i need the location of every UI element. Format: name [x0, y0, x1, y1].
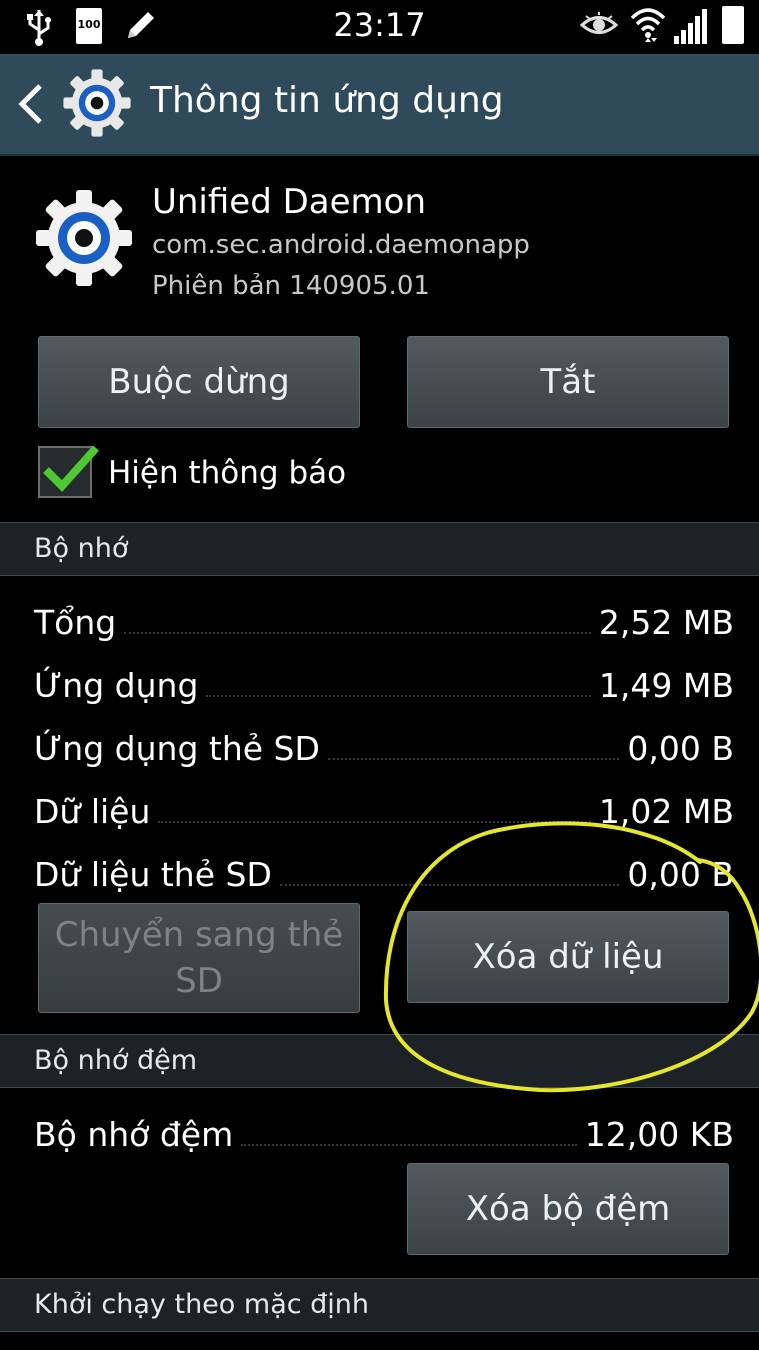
cache-row-label: Bộ nhớ đệm [34, 1115, 234, 1154]
storage-row-value: 1,49 MB [598, 666, 734, 705]
force-stop-button[interactable]: Buộc dừng [38, 336, 360, 428]
storage-row-app-sd: Ứng dụng thẻ SD 0,00 B [34, 718, 734, 768]
checkmark-icon [43, 445, 99, 492]
cache-header-label: Bộ nhớ đệm [34, 1045, 198, 1076]
move-to-sd-button[interactable]: Chuyển sang thẻ SD [38, 903, 360, 1013]
storage-row-data: Dữ liệu 1,02 MB [34, 781, 734, 831]
show-notifications-checkbox[interactable] [38, 445, 99, 498]
battery-full-icon [722, 6, 744, 44]
storage-row-value: 0,00 B [627, 855, 734, 894]
app-gear-icon [36, 190, 132, 286]
storage-row-value: 0,00 B [627, 729, 734, 768]
storage-row-label: Tổng [34, 603, 117, 642]
signal-icon [674, 9, 707, 44]
storage-row-label: Dữ liệu thẻ SD [34, 855, 272, 894]
storage-row-value: 1,02 MB [598, 792, 734, 831]
storage-row-label: Ứng dụng [34, 666, 199, 705]
app-version: Phiên bản 140905.01 [152, 271, 430, 301]
eye-icon [580, 12, 618, 34]
storage-row-total: Tổng 2,52 MB [34, 592, 734, 642]
clear-cache-button[interactable]: Xóa bộ đệm [407, 1163, 729, 1255]
storage-row-value: 2,52 MB [598, 603, 734, 642]
storage-row-app: Ứng dụng 1,49 MB [34, 655, 734, 705]
back-arrow-icon[interactable] [14, 82, 48, 126]
wifi-icon [630, 8, 666, 42]
action-bar: Thông tin ứng dụng [0, 54, 759, 156]
cache-section-header: Bộ nhớ đệm [0, 1034, 759, 1088]
show-notifications-label: Hiện thông báo [108, 455, 347, 491]
disable-button[interactable]: Tắt [407, 336, 729, 428]
storage-row-label: Dữ liệu [34, 792, 151, 831]
cache-row-value: 12,00 KB [584, 1115, 734, 1154]
launch-default-section-header: Khởi chạy theo mặc định [0, 1278, 759, 1332]
storage-row-data-sd: Dữ liệu thẻ SD 0,00 B [34, 844, 734, 894]
app-package: com.sec.android.daemonapp [152, 230, 530, 260]
page-title: Thông tin ứng dụng [150, 80, 504, 121]
storage-header-label: Bộ nhớ [34, 533, 129, 564]
clear-data-button[interactable]: Xóa dữ liệu [407, 911, 729, 1003]
app-name: Unified Daemon [152, 182, 427, 222]
storage-row-label: Ứng dụng thẻ SD [34, 729, 320, 768]
status-bar: 100 23:17 [0, 0, 759, 54]
settings-gear-icon [63, 69, 131, 137]
launch-default-header-label: Khởi chạy theo mặc định [34, 1289, 370, 1320]
cache-row: Bộ nhớ đệm 12,00 KB [34, 1104, 734, 1154]
storage-section-header: Bộ nhớ [0, 522, 759, 576]
